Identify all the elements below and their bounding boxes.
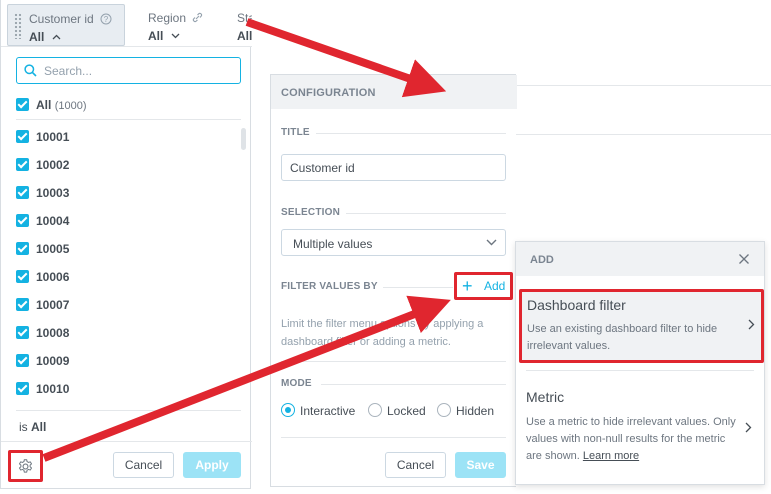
- option-description: Use an existing dashboard filter to hide…: [527, 323, 718, 352]
- list-item-label: 10006: [36, 270, 70, 284]
- scrollbar[interactable]: [241, 128, 246, 150]
- mode-label-locked: Locked: [387, 404, 426, 418]
- checkbox[interactable]: [16, 130, 29, 143]
- chevron-right-icon: [745, 422, 752, 433]
- list-item-label: 10004: [36, 214, 70, 228]
- help-icon: ?: [100, 13, 112, 25]
- link-icon: [193, 12, 203, 23]
- attribute-filter-dropdown: Customer id ? All Region All St All Sear…: [0, 0, 252, 489]
- checkbox[interactable]: [16, 214, 29, 227]
- checkbox[interactable]: [16, 326, 29, 339]
- search-input[interactable]: [44, 62, 234, 79]
- list-item-label: 10001: [36, 130, 70, 144]
- filter-button-customer-id[interactable]: Customer id ? All: [7, 4, 125, 46]
- filter-value: All: [29, 30, 45, 44]
- divider: [316, 133, 506, 134]
- list-item-label: 10002: [36, 158, 70, 172]
- panel-title: CONFIGURATION: [281, 87, 376, 99]
- learn-more-link[interactable]: Learn more: [583, 450, 639, 462]
- dashboard-divider: [516, 134, 771, 135]
- radio-selected[interactable]: [281, 403, 295, 417]
- selection-summary: is All: [19, 420, 46, 434]
- configuration-button[interactable]: [8, 450, 43, 482]
- list-item-label: 10003: [36, 186, 70, 200]
- chevron-down-icon: [486, 239, 497, 246]
- divider: [281, 361, 506, 362]
- option-title: Metric: [526, 389, 565, 405]
- checkbox[interactable]: [16, 298, 29, 311]
- checkbox[interactable]: [16, 186, 29, 199]
- checkbox[interactable]: [16, 270, 29, 283]
- divider: [346, 213, 506, 214]
- add-filter-by-button[interactable]: + Add: [454, 272, 513, 300]
- divider: [16, 410, 241, 411]
- filter-value: All: [237, 29, 252, 43]
- filter-button-region[interactable]: Region All: [131, 4, 231, 46]
- cancel-button[interactable]: Cancel: [385, 452, 446, 478]
- section-label-mode: MODE: [281, 378, 312, 389]
- chevron-right-icon: [748, 319, 755, 330]
- mode-label-hidden: Hidden: [456, 404, 495, 418]
- panel-header: ADD: [516, 242, 764, 276]
- dashboard-divider: [516, 85, 771, 86]
- plus-icon: +: [462, 276, 473, 296]
- filter-values-help-text: Limit the filter menu options by applyin…: [281, 318, 484, 348]
- gear-icon: [18, 459, 33, 473]
- cancel-button[interactable]: Cancel: [113, 452, 174, 478]
- chevron-down-icon: [171, 33, 180, 39]
- list-item-label: 10008: [36, 326, 70, 340]
- option-title: Dashboard filter: [527, 297, 626, 313]
- filter-value: All: [148, 29, 164, 43]
- mode-label-interactive: Interactive: [300, 404, 356, 418]
- apply-button[interactable]: Apply: [183, 452, 241, 478]
- divider: [281, 437, 506, 438]
- search-box: [16, 57, 241, 84]
- panel-header: CONFIGURATION: [271, 75, 517, 109]
- svg-text:?: ?: [104, 15, 109, 24]
- filter-name: Sta: [237, 11, 252, 25]
- list-item-label: 10009: [36, 354, 70, 368]
- save-button[interactable]: Save: [455, 452, 506, 478]
- divider: [526, 370, 754, 371]
- list-item-label: 10010: [36, 382, 70, 396]
- filter-button-state[interactable]: Sta All: [223, 4, 252, 46]
- checkbox[interactable]: [16, 158, 29, 171]
- filter-configuration-panel: CONFIGURATION TITLE SELECTION Multiple v…: [270, 74, 517, 487]
- selection-dropdown[interactable]: Multiple values: [281, 229, 506, 256]
- list-item-label: 10007: [36, 298, 70, 312]
- option-metric[interactable]: Metric Use a metric to hide irrelevant v…: [516, 382, 764, 472]
- checkbox[interactable]: [16, 98, 29, 111]
- selection-summary-prefix: is: [19, 420, 28, 434]
- item-count: (1000): [54, 100, 87, 112]
- selection-summary-value: All: [31, 420, 47, 434]
- section-label-title: TITLE: [281, 127, 310, 138]
- divider: [321, 384, 506, 385]
- add-filter-source-panel: ADD Dashboard filter Use an existing das…: [515, 241, 765, 485]
- panel-title: ADD: [530, 254, 554, 266]
- add-button-label: Add: [484, 279, 506, 293]
- radio[interactable]: [368, 403, 382, 417]
- chevron-up-icon: [52, 34, 61, 40]
- search-icon: [24, 64, 37, 77]
- divider: [383, 287, 453, 288]
- select-all-label: All: [36, 98, 52, 112]
- divider: [1, 441, 252, 442]
- filter-name: Region: [148, 11, 187, 25]
- close-icon[interactable]: [738, 253, 750, 265]
- filter-bar: Customer id ? All Region All St All: [1, 0, 252, 47]
- radio[interactable]: [437, 403, 451, 417]
- checkbox[interactable]: [16, 382, 29, 395]
- list-item-label: 10005: [36, 242, 70, 256]
- selection-value: Multiple values: [293, 237, 373, 251]
- title-input[interactable]: [281, 154, 506, 181]
- option-dashboard-filter[interactable]: Dashboard filter Use an existing dashboa…: [519, 289, 764, 363]
- checkbox[interactable]: [16, 354, 29, 367]
- section-label-filter-values-by: FILTER VALUES BY: [281, 281, 378, 292]
- divider: [16, 119, 241, 120]
- filter-name: Customer id: [29, 12, 94, 26]
- section-label-selection: SELECTION: [281, 207, 341, 218]
- checkbox[interactable]: [16, 242, 29, 255]
- drag-handle-icon[interactable]: [14, 13, 22, 39]
